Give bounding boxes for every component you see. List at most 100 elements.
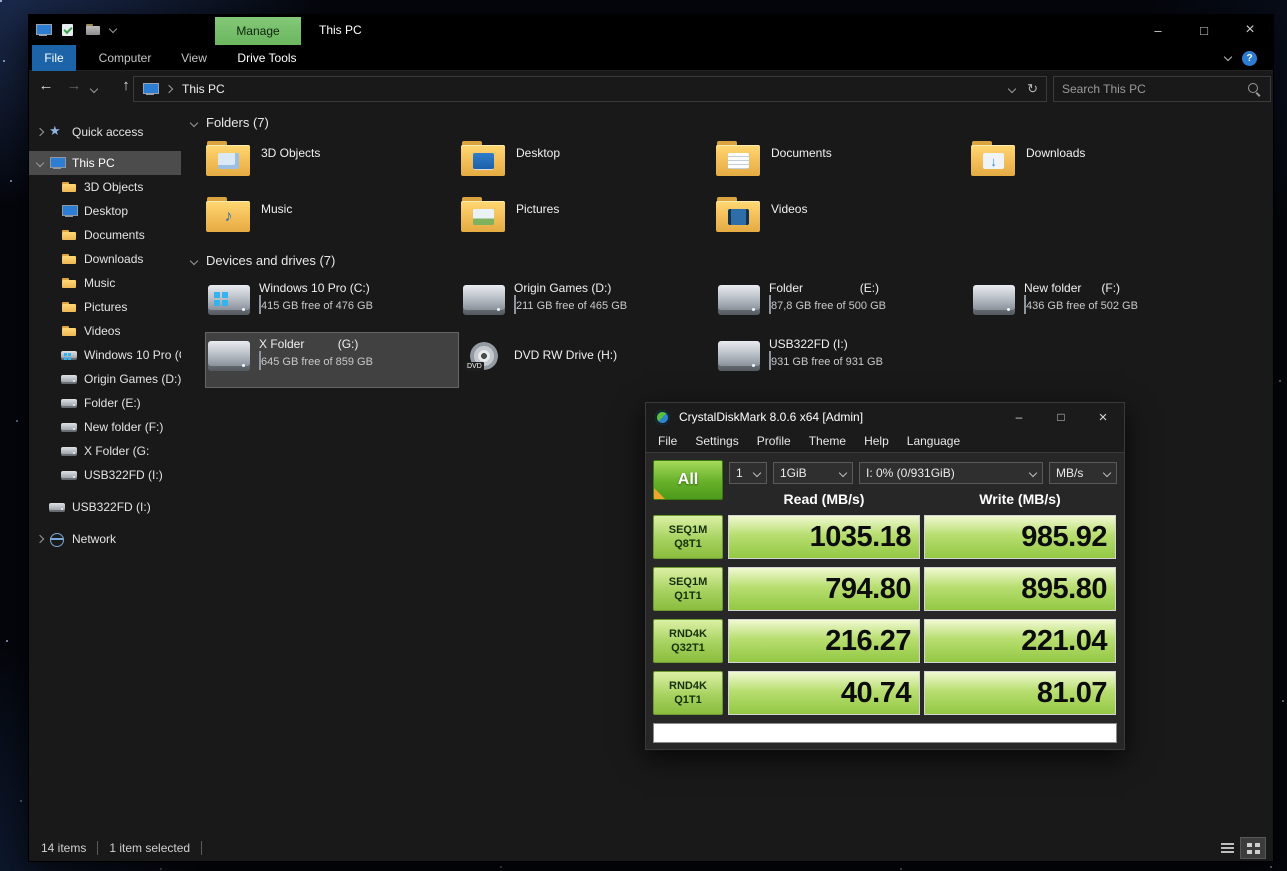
sidebar-item[interactable]: Quick access <box>29 120 181 144</box>
cdm-maximize-button[interactable]: □ <box>1040 403 1082 431</box>
manage-contextual-tab[interactable]: Manage <box>215 17 301 45</box>
tab-file[interactable]: File <box>32 45 76 71</box>
sidebar-item[interactable]: Network <box>29 527 181 551</box>
sidebar-item[interactable]: New folder (F:) <box>29 415 181 439</box>
close-button[interactable]: × <box>1227 15 1273 45</box>
tab-computer[interactable]: Computer <box>87 45 163 71</box>
benchmark-row: RND4K Q1T1 40.74 81.07 <box>653 671 1119 715</box>
search-input[interactable] <box>1062 82 1247 96</box>
sidebar-item[interactable]: Videos <box>29 319 181 343</box>
tab-drive-tools[interactable]: Drive Tools <box>223 45 311 71</box>
cdm-menu-item[interactable]: Settings <box>686 431 747 452</box>
folder-tile[interactable]: Desktop <box>461 141 711 193</box>
address-bar[interactable]: This PC ↻ <box>133 76 1047 102</box>
collapse-folders-chevron-icon[interactable] <box>190 118 198 126</box>
large-icons-view-button[interactable] <box>1241 838 1265 858</box>
tab-view[interactable]: View <box>169 45 219 71</box>
breadcrumb-chevron-icon[interactable] <box>165 85 173 93</box>
cdm-menu-item[interactable]: Profile <box>748 431 800 452</box>
drive-icon <box>973 285 1015 315</box>
sidebar-item[interactable]: Desktop <box>29 199 181 223</box>
drives-section-header[interactable]: Devices and drives (7) <box>191 253 335 268</box>
sidebar-item[interactable]: Pictures <box>29 295 181 319</box>
sidebar-item[interactable]: 3D Objects <box>29 175 181 199</box>
properties-icon[interactable] <box>60 22 76 38</box>
search-icon[interactable] <box>1247 82 1262 97</box>
test-type-button[interactable]: SEQ1M Q1T1 <box>653 567 723 611</box>
folder-tile[interactable]: 3D Objects <box>206 141 456 193</box>
sidebar-item[interactable]: Music <box>29 271 181 295</box>
cdm-menu-item[interactable]: Help <box>855 431 898 452</box>
folder-tile[interactable]: Downloads <box>971 141 1221 193</box>
folders-section-header[interactable]: Folders (7) <box>191 115 269 130</box>
details-view-button[interactable] <box>1215 838 1239 858</box>
drive-tile[interactable]: Origin Games (D:) 211 GB free of 465 GB <box>461 277 713 331</box>
drive-tile[interactable]: X Folder (G:) 645 GB free of 859 GB <box>206 333 458 387</box>
sidebar-item-icon <box>61 299 77 315</box>
test-type-button[interactable]: RND4K Q1T1 <box>653 671 723 715</box>
drive-name: USB322FD (I:) <box>769 336 968 352</box>
forward-button[interactable]: → <box>63 77 85 94</box>
cdm-menu-item[interactable]: File <box>649 431 686 452</box>
drive-tile[interactable]: USB322FD (I:) 931 GB free of 931 GB <box>716 333 968 387</box>
collapse-drives-chevron-icon[interactable] <box>190 256 198 264</box>
sidebar-item-label: Pictures <box>84 300 127 314</box>
folder-icon <box>206 141 250 176</box>
cdm-dropdown[interactable]: MB/s <box>1049 462 1117 484</box>
recent-locations-chevron-icon[interactable] <box>90 85 98 93</box>
cdm-menu-item[interactable]: Language <box>898 431 969 452</box>
customize-toolbar-chevron-icon[interactable] <box>109 24 117 32</box>
cdm-minimize-button[interactable]: – <box>998 403 1040 431</box>
sidebar-item[interactable]: USB322FD (I:) <box>29 463 181 487</box>
sidebar-item-label: Documents <box>84 228 145 242</box>
test-name: SEQ1M <box>669 523 708 537</box>
ribbon-tab-bar: File Computer View Drive Tools ? <box>29 45 1273 71</box>
expander-chevron-icon[interactable] <box>33 151 47 175</box>
comment-input[interactable] <box>654 725 1116 743</box>
sidebar-item-icon <box>49 499 65 515</box>
maximize-button[interactable]: □ <box>1181 15 1227 45</box>
sidebar-item[interactable]: This PC <box>29 151 181 175</box>
expander-chevron-icon[interactable] <box>33 527 47 551</box>
folder-tile[interactable]: Music <box>206 197 456 249</box>
help-icon[interactable]: ? <box>1242 51 1257 66</box>
cdm-titlebar: CrystalDiskMark 8.0.6 x64 [Admin] – □ × <box>646 403 1124 431</box>
cdm-dropdown[interactable]: 1 <box>729 462 767 484</box>
large-icons-view-icon <box>1247 843 1252 847</box>
cdm-dropdown[interactable]: 1GiB <box>773 462 853 484</box>
breadcrumb[interactable]: This PC <box>182 82 225 96</box>
expand-ribbon-chevron-icon[interactable] <box>1224 53 1232 61</box>
folder-tile[interactable]: Documents <box>716 141 966 193</box>
run-all-tests-button[interactable]: All <box>653 460 723 500</box>
address-dropdown-chevron-icon[interactable] <box>1008 85 1016 93</box>
expander-chevron-icon[interactable] <box>33 120 47 144</box>
drive-tile[interactable]: Folder (E:) 87,8 GB free of 500 GB <box>716 277 968 331</box>
sidebar-item[interactable]: Folder (E:) <box>29 391 181 415</box>
sidebar-item[interactable]: USB322FD (I:) <box>29 495 181 519</box>
test-type-button[interactable]: SEQ1M Q8T1 <box>653 515 723 559</box>
drive-tile[interactable]: DVD RW Drive (H:) <box>461 333 713 387</box>
drive-tile[interactable]: Windows 10 Pro (C:) 415 GB free of 476 G… <box>206 277 458 331</box>
sidebar-item[interactable]: Windows 10 Pro (C: <box>29 343 181 367</box>
cdm-close-button[interactable]: × <box>1082 403 1124 431</box>
cdm-menu-item[interactable]: Theme <box>800 431 855 452</box>
read-result-cell: 1035.18 <box>728 515 920 559</box>
sidebar-item[interactable]: Downloads <box>29 247 181 271</box>
back-button[interactable]: ← <box>35 77 57 94</box>
drive-tile[interactable]: New folder (F:) 436 GB free of 502 GB <box>971 277 1223 331</box>
benchmark-results: SEQ1M Q8T1 1035.18 985.92 SEQ1M Q1T1 794… <box>653 515 1119 723</box>
sidebar-item[interactable]: Documents <box>29 223 181 247</box>
sidebar-item[interactable]: Origin Games (D:) <box>29 367 181 391</box>
folder-icon <box>716 141 760 176</box>
folder-tile[interactable]: Videos <box>716 197 966 249</box>
folder-tile[interactable]: Pictures <box>461 197 711 249</box>
drive-name: DVD RW Drive (H:) <box>514 347 713 363</box>
refresh-icon[interactable]: ↻ <box>1027 81 1038 97</box>
test-type-button[interactable]: RND4K Q32T1 <box>653 619 723 663</box>
drive-icon <box>718 285 760 315</box>
cdm-dropdown[interactable]: I: 0% (0/931GiB) <box>859 462 1043 484</box>
minimize-button[interactable]: – <box>1135 15 1181 45</box>
write-result-cell: 985.92 <box>924 515 1116 559</box>
new-folder-icon[interactable] <box>85 22 101 38</box>
sidebar-item[interactable]: X Folder (G: <box>29 439 181 463</box>
